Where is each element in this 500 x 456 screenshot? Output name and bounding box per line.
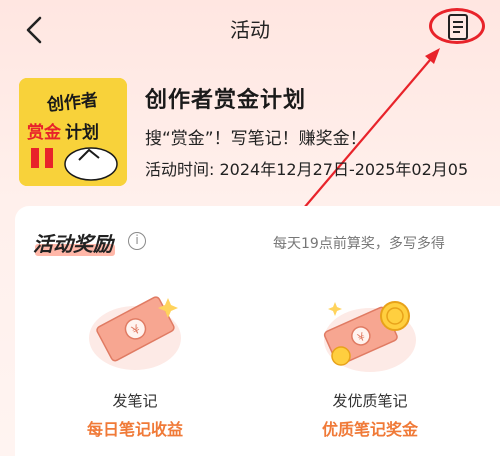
money-bill-icon: ¥ bbox=[89, 296, 181, 370]
reward-heading-wrap: 活动奖励 bbox=[33, 228, 115, 257]
banner-line2b: 计划 bbox=[65, 122, 99, 143]
info-icon[interactable]: i bbox=[128, 232, 146, 250]
document-icon bbox=[448, 14, 468, 40]
reward-heading: 活动奖励 bbox=[33, 232, 113, 256]
activity-subtitle: 搜“赏金”！写笔记！赚奖金！ bbox=[145, 129, 367, 149]
reward-sublabel: 优质笔记奖金 bbox=[321, 420, 418, 439]
reward-sublabel: 每日笔记收益 bbox=[86, 420, 183, 439]
activity-time-label: 活动时间: bbox=[145, 160, 215, 179]
money-coins-icon: ¥ bbox=[323, 301, 416, 372]
reward-item-quality[interactable]: ¥ 发优质笔记 优质笔记奖金 bbox=[270, 268, 470, 448]
rules-button[interactable] bbox=[429, 8, 489, 48]
activity-time-value: 2024年12月27日-2025年02月05 bbox=[219, 160, 469, 179]
activity-title: 创作者赏金计划 bbox=[145, 88, 307, 113]
activity-banner: 创作者 赏金 计划 bbox=[19, 78, 127, 186]
activity-time: 活动时间: 2024年12月27日-2025年02月05 bbox=[145, 156, 468, 180]
reward-label: 发笔记 bbox=[112, 392, 158, 410]
page-title: 活动 bbox=[230, 18, 270, 42]
banner-line2a: 赏金 bbox=[27, 122, 62, 143]
reward-item-post[interactable]: ¥ 发笔记 每日笔记收益 bbox=[35, 268, 235, 448]
reward-note: 每天19点前算奖，多写多得 bbox=[273, 236, 445, 252]
reward-label: 发优质笔记 bbox=[332, 392, 408, 410]
header: 活动 bbox=[0, 0, 500, 60]
reward-card: 活动奖励 i 每天19点前算奖，多写多得 ¥ 发笔记 每日笔记收益 ¥ 发优质笔… bbox=[15, 206, 500, 456]
